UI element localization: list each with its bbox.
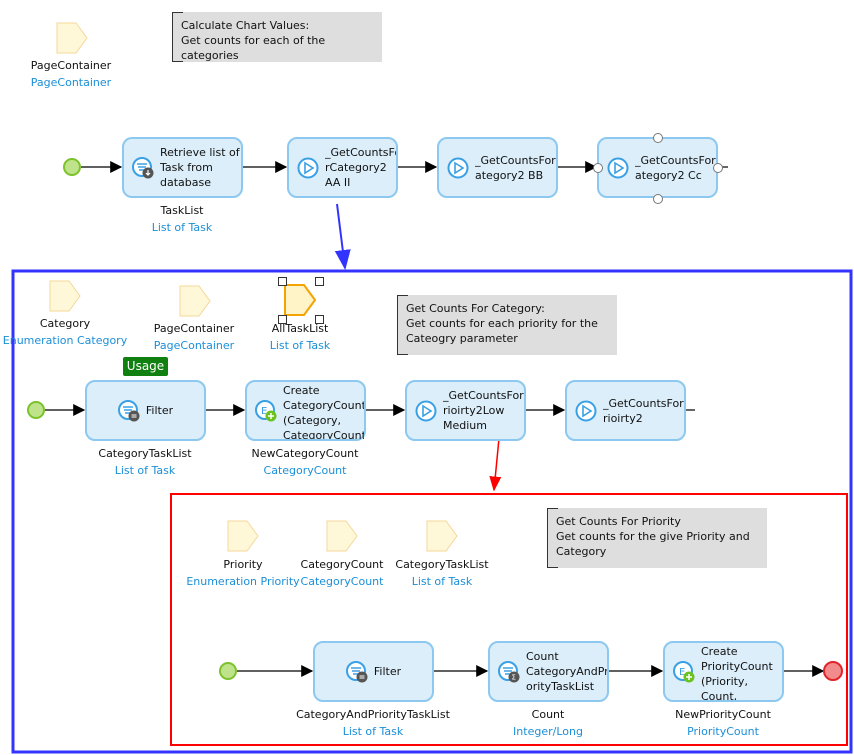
parameter-label: CategoryTaskList List of Task [395,558,489,588]
activity-call-cc[interactable]: _GetCountsForC ategory2 Cc [597,137,718,198]
parameter-icon-selected[interactable] [284,284,316,316]
activity-retrieve[interactable]: Retrieve list of Task from database [122,137,243,198]
parameter-icon[interactable] [56,22,88,54]
activity-output: NewPriorityCount PriorityCount [675,708,771,738]
parameter-label: AllTaskList List of Task [269,322,331,352]
parameter-label: PageContainer PageContainer [30,59,112,89]
start-event[interactable] [219,662,237,680]
end-event[interactable] [823,661,843,681]
activity-call-low-medium[interactable]: _GetCountsForP rioirty2Low Medium [405,380,526,441]
activity-output: TaskList List of Task [151,204,213,234]
parameter-icon[interactable] [227,520,259,552]
connection-port[interactable] [653,194,663,204]
activity-count[interactable]: Σ Count CategoryAndPri orityTaskList [488,641,609,702]
retrieve-icon [132,156,154,178]
activity-output: Count Integer/Long [513,708,583,738]
parameter-icon[interactable] [426,520,458,552]
connection-port[interactable] [713,163,723,173]
parameter-icon[interactable] [179,285,211,317]
selection-handle[interactable] [315,277,324,286]
activity-create-category-count[interactable]: E Create CategoryCount (Category, Catego… [245,380,366,441]
microflow-call-icon [607,157,629,178]
activity-call-aa[interactable]: _GetCountsFo rCategory2 AA II [287,137,398,198]
start-event[interactable] [63,158,81,176]
create-object-icon: E [673,660,695,682]
svg-text:Σ: Σ [512,673,516,681]
activity-filter[interactable]: Filter [85,380,206,441]
microflow-call-icon [447,157,469,178]
create-object-icon: E [255,399,277,421]
activity-output: CategoryTaskList List of Task [98,447,192,477]
annotation[interactable]: Get Counts For Priority Get counts for t… [547,508,767,568]
parameter-icon[interactable] [326,520,358,552]
microflow-call-icon [415,400,437,421]
selection-handle[interactable] [278,277,287,286]
start-event[interactable] [27,401,45,419]
activity-output: NewCategoryCount CategoryCount [251,447,359,477]
activity-call-priority2[interactable]: _GetCountsForP rioirty2 [565,380,686,441]
activity-output: CategoryAndPriorityTaskList List of Task [296,708,450,738]
microflow-call-icon [575,400,597,421]
filter-icon [345,660,368,682]
aggregate-icon: Σ [498,660,520,682]
microflow-call-icon [297,157,319,178]
filter-icon [117,399,140,421]
annotation[interactable]: Calculate Chart Values: Get counts for e… [172,12,382,62]
parameter-icon[interactable] [49,280,81,312]
connection-port[interactable] [653,133,663,143]
activity-create-priority-count[interactable]: E Create PriorityCount (Priority, Count,… [663,641,784,702]
activity-call-bb[interactable]: _GetCountsForC ategory2 BB [437,137,558,198]
activity-filter[interactable]: Filter [313,641,434,702]
connection-port[interactable] [593,163,603,173]
usage-badge[interactable]: Usage [123,357,168,376]
annotation[interactable]: Get Counts For Category: Get counts for … [397,295,617,355]
